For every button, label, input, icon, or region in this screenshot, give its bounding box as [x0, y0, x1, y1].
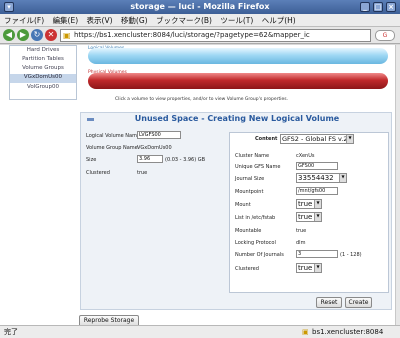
vg-name-label: Volume Group Name [86, 145, 138, 151]
create-button[interactable]: Create [345, 297, 372, 308]
storage-sidebar: Hard Drives Partition Tables Volume Grou… [9, 45, 77, 100]
content-settings-box: Content GFS2 - Global FS v.2 ▼ Cluster Na… [229, 132, 389, 293]
cluster-name-label: Cluster Name [235, 153, 270, 159]
create-volume-panel: Unused Space - Creating New Logical Volu… [80, 112, 392, 310]
fstab-label: List in /etc/fstab [235, 215, 276, 221]
logical-volumes-bar[interactable] [88, 48, 388, 64]
clustered-value: true [137, 170, 148, 176]
journals-label: Number Of Journals [235, 252, 284, 258]
minimize-icon[interactable]: _ [360, 2, 370, 12]
chevron-down-icon: ▼ [314, 213, 321, 221]
content-clustered-value: true [298, 264, 313, 272]
search-icon[interactable]: G [375, 30, 395, 41]
vertical-scrollbar[interactable] [395, 45, 400, 325]
mount-value: true [298, 200, 313, 208]
lock-icon: ▣ [63, 31, 71, 40]
mountpoint-label: Mountpoint [235, 189, 264, 195]
locking-label: Locking Protocol [235, 240, 276, 246]
mountable-value: true [296, 228, 307, 234]
content-type-select[interactable]: GFS2 - Global FS v.2 ▼ [280, 134, 354, 144]
page-content: Hard Drives Partition Tables Volume Grou… [0, 45, 395, 325]
lv-name-label: Logical Volume Name [86, 133, 141, 139]
content-clustered-select[interactable]: true ▼ [296, 263, 322, 273]
journals-input[interactable]: 3 [296, 250, 338, 258]
status-host: bs1.xencluster:8084 [312, 328, 384, 336]
mountable-label: Mountable [235, 228, 262, 234]
content-clustered-label: Clustered [235, 266, 259, 272]
menu-tools[interactable]: ツール(T) [220, 16, 253, 25]
panel-title: Unused Space - Creating New Logical Volu… [134, 114, 340, 123]
chevron-down-icon: ▼ [314, 200, 321, 208]
url-bar[interactable]: ▣ https://bs1.xencluster:8084/luci/stora… [60, 29, 371, 42]
mountpoint-input[interactable]: /mnt/gfs00 [296, 187, 338, 195]
status-bar: 完了 ▣ bs1.xencluster:8084 [0, 325, 400, 338]
size-input[interactable]: 3.96 [137, 155, 163, 163]
menu-go[interactable]: 移動(G) [121, 16, 148, 25]
menu-help[interactable]: ヘルプ(H) [262, 16, 296, 25]
menu-bookmarks[interactable]: ブックマーク(B) [156, 16, 212, 25]
url-text: https://bs1.xencluster:8084/luci/storage… [74, 31, 310, 39]
journal-size-label: Journal Size [235, 176, 265, 182]
status-text: 完了 [4, 328, 18, 336]
fs-name-label: Unique GFS Name [235, 164, 281, 170]
window-menu-icon[interactable]: ▾ [4, 2, 14, 12]
reprobe-storage-button[interactable]: Reprobe Storage [79, 315, 139, 325]
window-titlebar: storage — luci - Mozilla Firefox ▾ _ □ × [0, 0, 400, 14]
journal-size-value: 33554432 [298, 174, 334, 182]
navigation-toolbar: ◀ ▶ ↻ ✕ ▣ https://bs1.xencluster:8084/lu… [0, 27, 400, 44]
fstab-select[interactable]: true ▼ [296, 212, 322, 222]
journal-size-select[interactable]: 33554432 ▼ [296, 173, 347, 183]
stop-icon[interactable]: ✕ [45, 29, 57, 41]
reload-icon[interactable]: ↻ [31, 29, 43, 41]
cluster-name-value: cXenUs [296, 153, 315, 159]
reset-button[interactable]: Reset [316, 297, 342, 308]
menu-file[interactable]: ファイル(F) [4, 16, 44, 25]
physical-volumes-bar[interactable] [88, 73, 388, 89]
lv-name-input[interactable]: LVGFS00 [137, 131, 181, 139]
fs-name-input[interactable]: GFS00 [296, 162, 338, 170]
chevron-down-icon: ▼ [346, 135, 353, 143]
content-type-value: GFS2 - Global FS v.2 [282, 135, 348, 143]
mount-select[interactable]: true ▼ [296, 199, 322, 209]
sidebar-item-volume-groups[interactable]: Volume Groups [10, 65, 76, 71]
sidebar-item-vgxdomus00[interactable]: VGxDomUs00 [10, 74, 76, 83]
size-label: Size [86, 157, 97, 163]
size-range: (0.03 - 3.96) GB [165, 157, 206, 163]
vg-name-value: VGxDomUs00 [137, 145, 172, 151]
back-icon[interactable]: ◀ [3, 29, 15, 41]
sidebar-item-partition-tables[interactable]: Partition Tables [10, 56, 76, 62]
fstab-value: true [298, 213, 313, 221]
close-icon[interactable]: × [386, 2, 396, 12]
maximize-icon[interactable]: □ [373, 2, 383, 12]
sidebar-item-volgroup00[interactable]: VolGroup00 [10, 84, 76, 90]
volumes-caption: Click a volume to view properties, and/o… [115, 97, 289, 102]
locking-value: dlm [296, 240, 306, 246]
menu-bar: ファイル(F) 編集(E) 表示(V) 移動(G) ブックマーク(B) ツール(… [0, 14, 400, 27]
menu-view[interactable]: 表示(V) [87, 16, 113, 25]
window-title: storage — luci - Mozilla Firefox [130, 2, 270, 11]
lock-icon: ▣ [302, 328, 309, 336]
content-label: Content [255, 136, 278, 142]
chevron-down-icon: ▼ [339, 174, 346, 182]
mount-label: Mount [235, 202, 251, 208]
menu-edit[interactable]: 編集(E) [53, 16, 79, 25]
chevron-down-icon: ▼ [314, 264, 321, 272]
forward-icon[interactable]: ▶ [17, 29, 29, 41]
journals-range: (1 - 128) [340, 252, 362, 258]
sidebar-item-hard-drives[interactable]: Hard Drives [10, 47, 76, 53]
clustered-label: Clustered [86, 170, 110, 176]
